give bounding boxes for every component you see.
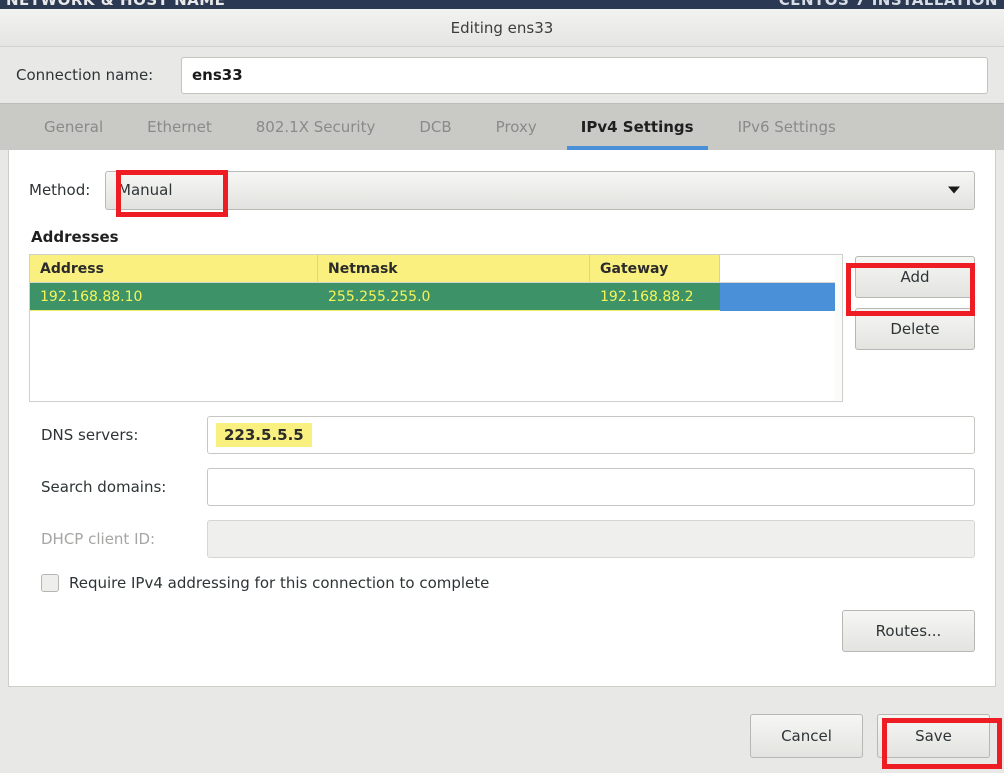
method-label: Method: [29, 181, 91, 199]
column-header-gateway: Gateway [590, 255, 720, 282]
installer-screen-title: NETWORK & HOST NAME [6, 0, 226, 9]
method-row: Method: Manual [29, 168, 975, 212]
settings-tabbar: General Ethernet 802.1X Security DCB Pro… [0, 103, 1004, 150]
tab-dcb[interactable]: DCB [397, 104, 473, 150]
routes-row: Routes... [29, 610, 975, 652]
dns-servers-input[interactable]: 223.5.5.5 [207, 416, 975, 454]
tab-general[interactable]: General [22, 104, 125, 150]
addresses-table[interactable]: Address Netmask Gateway 192.168.88.10 25… [29, 254, 843, 402]
connection-name-row: Connection name: ens33 [0, 47, 1004, 103]
tab-proxy[interactable]: Proxy [474, 104, 559, 150]
dialog-footer: Cancel Save [0, 698, 1004, 773]
add-address-button[interactable]: Add [855, 256, 975, 298]
delete-address-button[interactable]: Delete [855, 308, 975, 350]
require-ipv4-checkbox[interactable] [41, 574, 59, 592]
addresses-table-header: Address Netmask Gateway [30, 255, 842, 283]
dialog-title: Editing ens33 [450, 18, 554, 37]
ipv4-settings-panel: Method: Manual Addresses Address Netmask… [8, 150, 996, 687]
tab-ethernet[interactable]: Ethernet [125, 104, 234, 150]
dhcp-client-id-input [207, 520, 975, 558]
save-button[interactable]: Save [877, 713, 990, 758]
editing-connection-dialog: Editing ens33 Connection name: ens33 Gen… [0, 9, 1004, 773]
require-ipv4-row[interactable]: Require IPv4 addressing for this connect… [29, 574, 975, 592]
search-domains-input[interactable] [207, 468, 975, 506]
require-ipv4-label: Require IPv4 addressing for this connect… [69, 574, 490, 592]
column-header-address: Address [30, 255, 318, 282]
search-domains-row: Search domains: [29, 468, 975, 506]
dhcp-client-id-label: DHCP client ID: [41, 530, 156, 548]
dns-servers-row: DNS servers: 223.5.5.5 [29, 416, 975, 454]
routes-button[interactable]: Routes... [842, 610, 975, 652]
column-header-spacer [720, 255, 842, 282]
addresses-table-scrollbar[interactable] [835, 255, 842, 401]
addresses-section-title: Addresses [31, 228, 119, 246]
cell-netmask[interactable]: 255.255.255.0 [318, 283, 590, 311]
table-row[interactable]: 192.168.88.10 255.255.255.0 192.168.88.2 [30, 283, 842, 311]
dialog-titlebar: Editing ens33 [0, 9, 1004, 47]
addresses-buttons: Add Delete [855, 254, 975, 350]
dhcp-client-id-row: DHCP client ID: [29, 520, 975, 558]
cancel-button[interactable]: Cancel [750, 713, 863, 758]
addresses-area: Address Netmask Gateway 192.168.88.10 25… [29, 254, 975, 402]
connection-name-input[interactable]: ens33 [181, 56, 988, 94]
dns-servers-label: DNS servers: [41, 426, 139, 444]
search-domains-label: Search domains: [41, 478, 167, 496]
column-header-netmask: Netmask [318, 255, 590, 282]
method-combobox[interactable]: Manual [105, 170, 975, 210]
cell-address[interactable]: 192.168.88.10 [30, 283, 318, 311]
cell-gateway[interactable]: 192.168.88.2 [590, 283, 720, 311]
method-selected-value: Manual [118, 181, 173, 199]
tab-ipv4-settings[interactable]: IPv4 Settings [559, 104, 716, 150]
connection-name-label: Connection name: [16, 66, 154, 84]
installer-product-title: CENTOS 7 INSTALLATION [778, 0, 998, 9]
chevron-down-icon [948, 186, 960, 194]
dns-servers-value: 223.5.5.5 [216, 423, 312, 447]
tab-8021x-security[interactable]: 802.1X Security [234, 104, 398, 150]
cell-spacer [720, 283, 842, 311]
tab-ipv6-settings[interactable]: IPv6 Settings [716, 104, 858, 150]
